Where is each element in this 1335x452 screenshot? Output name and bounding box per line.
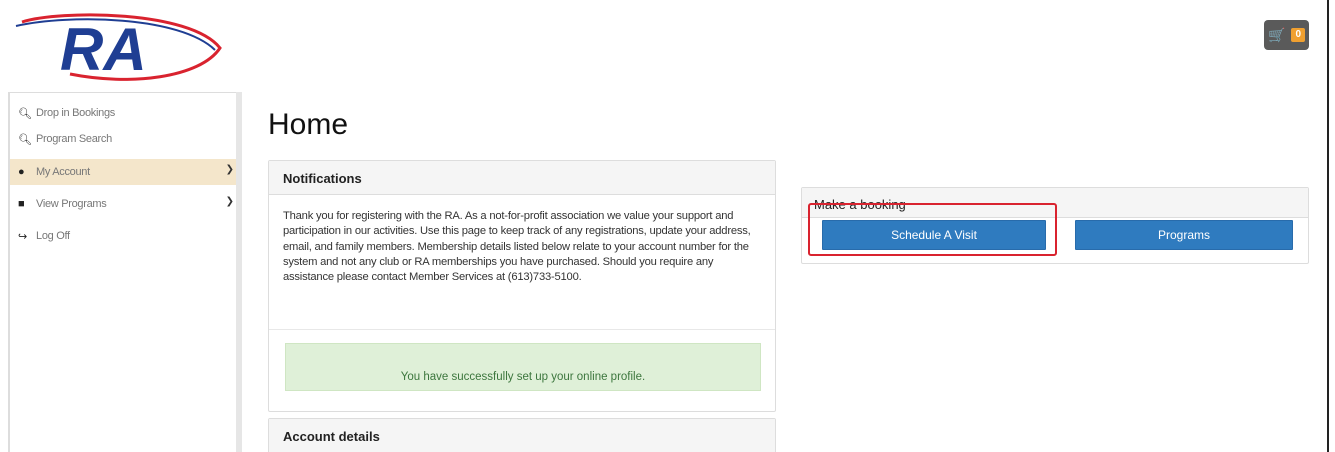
schedule-visit-button[interactable]: Schedule A Visit	[822, 220, 1046, 250]
sign-out-icon: ↪	[18, 230, 28, 243]
search-icon: 🔍︎	[18, 133, 32, 146]
sidebar-item-program-search[interactable]: 🔍︎ Program Search	[10, 126, 242, 152]
search-icon: 🔍︎	[18, 107, 32, 120]
chevron-down-icon: ❯	[225, 196, 234, 207]
sidebar-item-log-off[interactable]: ↪ Log Off	[10, 223, 242, 249]
sidebar-item-label: Log Off	[36, 230, 70, 242]
sidebar-item-drop-in-bookings[interactable]: 🔍︎ Drop in Bookings	[10, 100, 242, 126]
sidebar-item-label: My Account	[36, 166, 90, 178]
divider	[269, 329, 775, 330]
sidebar-divider	[236, 92, 242, 452]
cart-button[interactable]: 🛒 0	[1264, 20, 1309, 50]
success-alert: You have successfully set up your online…	[285, 343, 761, 391]
account-details-panel: Account details	[268, 418, 776, 452]
ra-logo[interactable]: RA	[10, 8, 225, 88]
sidebar-item-label: View Programs	[36, 198, 107, 210]
shopping-cart-icon: 🛒	[1268, 27, 1286, 43]
chevron-down-icon: ❯	[225, 164, 234, 175]
book-icon: ■	[18, 198, 25, 210]
programs-button[interactable]: Programs	[1075, 220, 1293, 250]
window-edge	[1327, 0, 1329, 452]
sidebar-item-label: Drop in Bookings	[36, 107, 115, 119]
sidebar-item-view-programs[interactable]: ■ View Programs ❯	[10, 191, 242, 217]
notifications-panel: Notifications Thank you for registering …	[268, 160, 776, 412]
user-icon: ●	[18, 166, 25, 178]
sidebar-nav: 🔍︎ Drop in Bookings 🔍︎ Program Search ● …	[8, 92, 242, 452]
header: RA 🛒 0	[0, 0, 1335, 92]
sidebar-item-my-account[interactable]: ● My Account ❯	[10, 159, 242, 185]
account-details-heading: Account details	[269, 419, 775, 452]
sidebar-item-label: Program Search	[36, 133, 112, 145]
cart-count-badge: 0	[1291, 28, 1305, 42]
notifications-heading: Notifications	[269, 161, 775, 195]
notifications-text: Thank you for registering with the RA. A…	[283, 210, 751, 284]
page-title: Home	[268, 108, 349, 141]
svg-text:RA: RA	[60, 16, 147, 83]
